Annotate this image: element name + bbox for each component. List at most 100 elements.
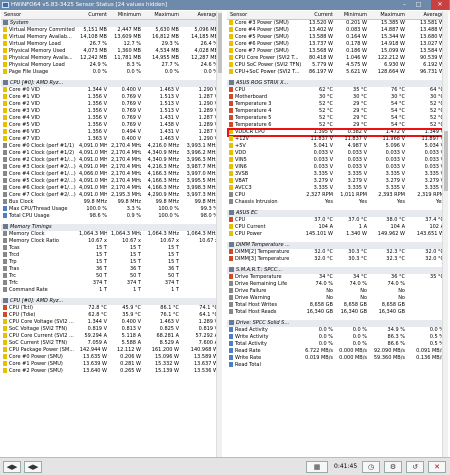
sensor-row[interactable]: Temperature 5 52 °C 29 °C 54 °C 52 °C [227,115,448,122]
sensor-row[interactable]: CPU Current 104 A 1 A 104 A 102 A [227,224,448,231]
minimum-column-header[interactable]: Minimum [111,11,141,20]
sensor-row[interactable]: Total Activity 0.0 % 0.0 % 86.6 % 0.5 % [227,341,448,348]
sensor-row[interactable]: Total Host Writes 8,658 GB 8,658 GB 8,658 G… [227,302,448,309]
sensor-row[interactable]: Temperature 6 52 °C 29 °C 54 °C 52 °C [227,122,448,129]
sensor-row[interactable]: SoC Current (SVI2 TFN) 7.059 A 5.588 A 8.52… [1,340,222,347]
sensor-group-header[interactable]: System [1,20,222,27]
sensor-column-header[interactable]: Sensor [4,11,82,20]
sensor-row[interactable]: Temperature 4 52 °C 29 °C 54 °C 52 °C [227,108,448,115]
sensor-row[interactable]: Core #7 Power (SMU) 13.568 W 0.186 W 15.099… [227,48,448,55]
right-scrollbar[interactable] [442,11,448,457]
sensor-row[interactable]: VDDCR CPU 1.395 V 0.382 V 1.472 V 1.349 V [227,128,448,137]
minimize-button[interactable]: – [398,0,411,10]
sensor-row[interactable]: Memory Clock 1,064.3 MHz 1,064.3 MHz 1,064.… [1,231,222,238]
clock-icon[interactable]: ◷ [362,461,380,473]
sensor-row[interactable]: Core #3 Power (SMU) 13.520 W 0.201 W 15.385… [227,20,448,27]
maximum-column-header[interactable]: Maximum [371,11,405,20]
sensor-row[interactable]: Core #4 Clock (perf #1/...)4,066.0 MHz 2,… [1,171,222,178]
sensor-row[interactable]: Temperature 3 52 °C 29 °C 54 °C 52 °C [227,101,448,108]
sensor-row[interactable]: Core #4 Power (SMU) 13.402 W 0.083 W 14.887… [227,27,448,34]
sensor-row[interactable]: Drive Temperature 34 °C 34 °C 36 °C 35 °C [227,274,448,281]
sensor-row[interactable]: +12V 11.837 V 11.837 V 11.968 V 11.897 V [227,136,448,143]
sensor-group-header[interactable]: Drive: SPCC Solid S... [227,320,448,327]
sensor-row[interactable]: VIN6 0.033 V 0.033 V 0.033 V 0.033 V [227,164,448,171]
sensor-row[interactable]: CPU+SoC Power (SVI2 T... 86.197 W 5.621 W 1… [227,69,448,76]
nav-back-button[interactable]: ◀▶ [3,461,21,473]
sensor-group-header[interactable]: CPU [#0]: AMD Ryz... [1,80,222,87]
sensor-row[interactable]: Tcas 15 T 15 T 15 T [1,245,222,252]
maximum-column-header[interactable]: Maximum [145,11,179,20]
sensor-row[interactable]: CPU Power 145.101 W 1.340 W 149.962 W 143.65… [227,231,448,238]
sensor-row[interactable]: SoC Voltage (SVI2 TFN) 0.819 V 0.813 V 0.82… [1,326,222,333]
sensor-row[interactable]: Trcd 15 T 15 T 15 T [1,252,222,259]
sensor-row[interactable]: Trp 15 T 15 T 15 T [1,259,222,266]
sensor-row[interactable]: CPU 2,327 RPM 1,011 RPM 2,393 RPM 2,319 RPM [227,192,448,199]
sensor-row[interactable]: Core #3 VID 1.356 V 0.769 V 1.513 V 1.289 V [1,108,222,115]
sensor-row[interactable]: VDD 0.033 V 0.033 V 0.033 V 0.033 V [227,150,448,157]
sensor-row[interactable]: Drive Warning No No No [227,295,448,302]
sensor-row[interactable]: VBAT 3.279 V 3.279 V 3.279 V 3.279 V [227,178,448,185]
sensor-row[interactable]: Core #2 Power (SMU) 13.640 W 0.265 W 15.139… [1,368,222,375]
sensor-row[interactable]: Trfc 374 T 374 T 374 T [1,280,222,287]
sensor-row[interactable]: Core #1 VID 1.356 V 0.769 V 1.513 V 1.287 V [1,94,222,101]
sensor-row[interactable]: Virtual Memory Commited 5,151 MB 2,447 MB 5… [1,27,222,34]
sensor-row[interactable]: Drive Failure No No No [227,288,448,295]
sensor-row[interactable]: Core #0 Power (SMU) 13.635 W 0.206 W 15.096… [1,354,222,361]
sensor-row[interactable]: Motherboard 30 °C 30 °C 30 °C 30 °C [227,94,448,101]
sensor-group-header[interactable]: Memory Timings [1,224,222,231]
sensor-row[interactable]: AVCC3 3.335 V 3.335 V 3.335 V 3.335 V [227,185,448,192]
sensor-row[interactable]: CPU (Tdie) 62.8 °C 35.9 °C 76.1 °C 64.1 °C [1,312,222,319]
maximize-button[interactable]: □ [412,0,425,10]
average-column-header[interactable]: Average [182,11,218,20]
sensor-row[interactable]: Core #5 Clock (perf #2/...)4,091.0 MHz 2,… [1,178,222,185]
sensor-row[interactable]: Core #4 VID 1.356 V 0.769 V 1.431 V 1.287 V [1,115,222,122]
sensor-row[interactable]: Physical Memory Load 24.9 % 8.3 % 27.7 % 24.… [1,62,222,69]
sensor-row[interactable]: CPU Core Voltage (SVI2 ... 1.344 V 0.400 V… [1,319,222,326]
current-column-header[interactable]: Current [79,11,107,20]
sensor-row[interactable]: DIMM[3] Temperature 32.0 °C 30.3 °C 32.3 °C… [227,256,448,263]
sensor-row[interactable]: Core #7 VID 1.363 V 0.400 V 1.463 V 1.290 V [1,136,222,143]
sensor-group-header[interactable]: CPU [#0]: AMD Ryz... [1,298,222,305]
sensor-row[interactable]: Command Rate 1 T 1 T 1 T [1,287,222,294]
sensor-row[interactable]: +5V 5.041 V 4.987 V 5.096 V 5.034 V [227,143,448,150]
average-column-header[interactable]: Average [408,11,444,20]
sensor-column-header[interactable]: Sensor [230,11,308,20]
close-window-button[interactable]: ✕ [431,0,449,10]
reset-icon[interactable]: ↺ [406,461,424,473]
sensor-row[interactable]: Core #1 Power (SMU) 13.639 W 0.281 W 15.332… [1,361,222,368]
sensor-row[interactable]: Memory Clock Ratio 10.67 x 10.67 x 10.67 x 1… [1,238,222,245]
sensor-row[interactable]: CPU Core Current (SVI2 ... 59.294 A 5.118 … [1,333,222,340]
sensor-row[interactable]: Tras 36 T 36 T 36 T [1,266,222,273]
sensor-row[interactable]: Core #0 Clock (perf #1/1) 4,091.0 MHz 2,17… [1,143,222,150]
sensor-row[interactable]: Core #7 Clock (perf #2/...)4,091.0 MHz 2,… [1,192,222,199]
sensor-row[interactable]: CPU Core Power (SVI2 T... 80.418 W 1.046 W… [227,55,448,62]
sensor-group-header[interactable]: ASUS EC [227,210,448,217]
sensor-row[interactable]: DIMM[2] Temperature 32.0 °C 30.3 °C 32.3 °C… [227,249,448,256]
sensor-row[interactable]: Total CPU Usage 98.6 % 0.9 % 100.0 % 98.0 % [1,213,222,220]
right-scrollbar-thumb[interactable] [444,131,448,191]
sensor-row[interactable]: Core #6 VID 1.356 V 0.494 V 1.431 V 1.287 V [1,129,222,136]
sensor-row[interactable]: Write Rate 0.019 MB/s 0.000 MB/s 59.360 MB/… [227,355,448,362]
sensor-row[interactable]: Core #1 Clock (perf #1/2) 4,091.0 MHz 2,17… [1,150,222,157]
sensor-row[interactable]: Core #6 Power (SMU) 13.737 W 0.178 W 14.918… [227,41,448,48]
nav-forward-button[interactable]: ◀▶ [24,461,42,473]
sensor-row[interactable]: Total Host Reads 16,340 GB 16,340 GB 16,340… [227,309,448,316]
sensor-row[interactable]: Max CPU/Thread Usage 100.0 % 3.3 % 100.0 % 9… [1,206,222,213]
sensor-row[interactable]: Core #0 VID 1.344 V 0.400 V 1.463 V 1.290 V [1,87,222,94]
sensor-row[interactable]: Read Rate 6.722 MB/s 0.000 MB/s 92.090 MB/s… [227,348,448,355]
sensor-row[interactable]: Bus Clock 99.8 MHz 99.8 MHz 99.8 MHz 99.8 MH… [1,199,222,206]
sensor-row[interactable]: Core #6 Clock (perf #1/...)4,091.0 MHz 2,… [1,185,222,192]
sensor-row[interactable]: Virtual Memory Availab... 14,108 MB 13,609… [1,34,222,41]
sensor-row[interactable]: CPU (Tctl) 72.8 °C 45.9 °C 86.1 °C 74.1 °C [1,305,222,312]
left-scrollbar-thumb[interactable] [218,13,222,73]
sensor-row[interactable]: Page File Usage 0.0 % 0.0 % 0.0 % 0.0 % [1,69,222,76]
sensor-row[interactable]: CPU 62 °C 35 °C 76 °C 64 °C [227,87,448,94]
sensor-row[interactable]: Core #5 VID 1.356 V 0.769 V 1.438 V 1.289 V [1,122,222,129]
sensor-row[interactable]: CPU 37.0 °C 37.0 °C 38.0 °C 37.4 °C [227,217,448,224]
sensor-row[interactable]: Core #2 Clock (perf #1/...)4,091.0 MHz 2,… [1,157,222,164]
sensor-group-header[interactable]: DIMM Temperature ... [227,242,448,249]
report-button[interactable]: ▦ [306,461,328,473]
sensor-row[interactable]: 3VSB 3.335 V 3.335 V 3.335 V 3.335 V [227,171,448,178]
sensor-row[interactable]: Write Activity 0.0 % 0.0 % 86.3 % 0.5 % [227,334,448,341]
sensor-row[interactable]: Drive Remaining Life 74.0 % 74.0 % 74.0 % [227,281,448,288]
